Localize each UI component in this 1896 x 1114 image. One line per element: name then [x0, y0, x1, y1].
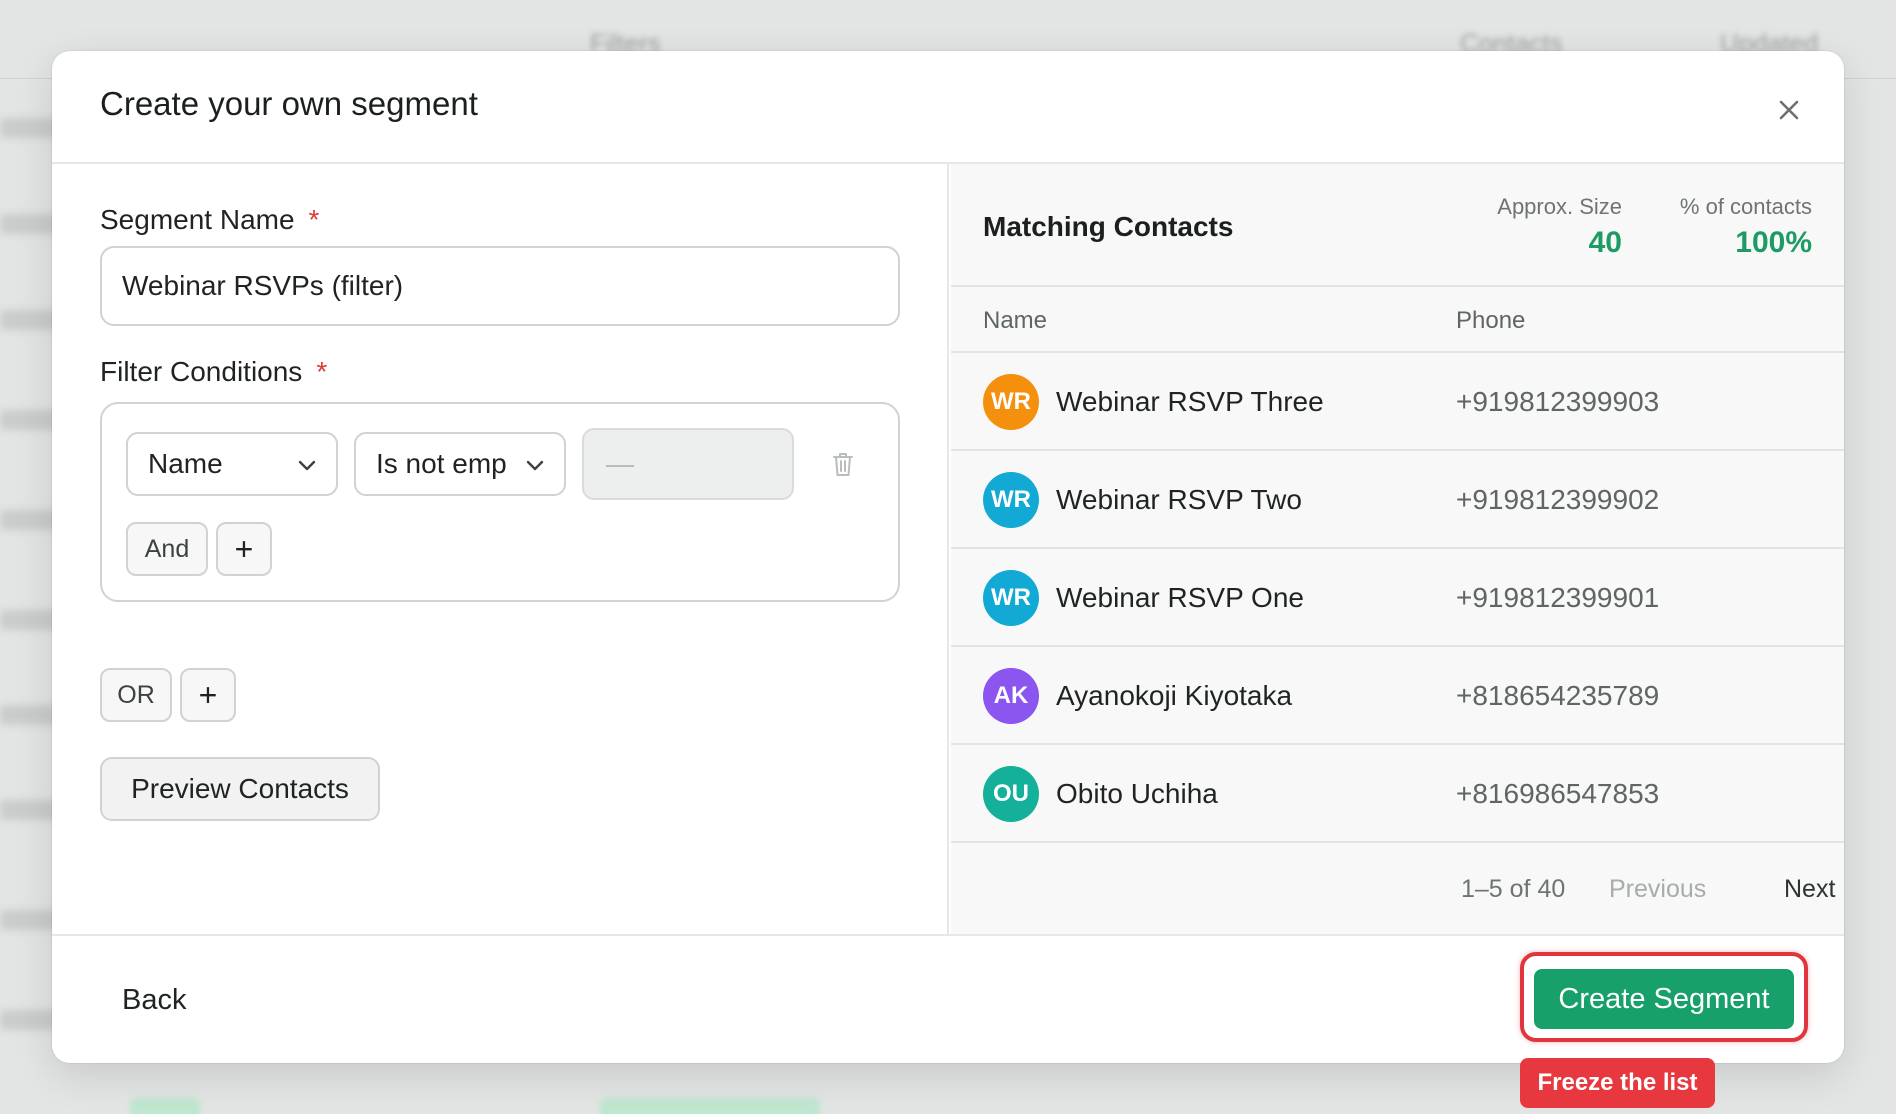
condition-value-input: —	[582, 428, 794, 500]
required-mark: *	[308, 204, 320, 235]
back-button[interactable]: Back	[122, 984, 186, 1017]
plus-icon: +	[198, 676, 218, 713]
add-or-group-button[interactable]: +	[180, 668, 236, 722]
chevron-down-icon	[526, 460, 544, 471]
segment-form-panel: Segment Name * Filter Conditions * Name Is…	[52, 164, 949, 934]
required-mark: *	[316, 356, 328, 387]
matching-contacts-header: Matching Contacts Approx. Size 40 % of c…	[951, 164, 1844, 287]
percent-contacts-label: % of contacts	[1679, 194, 1812, 219]
close-icon[interactable]	[1774, 95, 1804, 125]
filter-conditions-label-text: Filter Conditions	[100, 356, 303, 387]
avatar: WR	[983, 570, 1039, 626]
and-button[interactable]: And	[126, 522, 208, 576]
bg-row-text	[0, 310, 60, 330]
and-button-label: And	[144, 534, 190, 563]
segment-name-label-text: Segment Name	[100, 204, 295, 235]
bg-row-text	[0, 705, 60, 725]
bg-row-text	[0, 800, 60, 820]
filter-conditions-label: Filter Conditions *	[100, 356, 327, 388]
modal-title: Create your own segment	[100, 85, 478, 122]
contact-phone: +919812399901	[1456, 582, 1660, 613]
preview-contacts-label: Preview Contacts	[131, 773, 349, 804]
modal-footer: Back Create Segment	[52, 934, 1844, 1063]
avatar: AK	[983, 668, 1039, 724]
avatar: WR	[983, 472, 1039, 528]
matching-contacts-title: Matching Contacts	[983, 211, 1234, 242]
table-row: OU Obito Uchiha +816986547853	[951, 745, 1844, 843]
contact-name: Ayanokoji Kiyotaka	[1056, 680, 1293, 711]
previous-page-button[interactable]: Previous	[1609, 875, 1706, 904]
table-row: AK Ayanokoji Kiyotaka +818654235789	[951, 647, 1844, 745]
bg-status-pill	[130, 1098, 200, 1114]
contact-name: Webinar RSVP One	[1056, 582, 1304, 613]
percent-contacts-value: 100%	[1735, 226, 1812, 259]
chevron-down-icon	[298, 460, 316, 471]
trash-icon[interactable]	[830, 450, 856, 483]
contact-phone: +919812399903	[1456, 386, 1660, 417]
avatar: OU	[983, 766, 1039, 822]
table-row: WR Webinar RSVP Two +919812399902	[951, 451, 1844, 549]
add-and-condition-button[interactable]: +	[216, 522, 272, 576]
condition-value-placeholder: —	[606, 448, 634, 479]
or-button[interactable]: OR	[100, 668, 172, 722]
contact-name: Webinar RSVP Two	[1056, 484, 1302, 515]
matching-contacts-panel: Matching Contacts Approx. Size 40 % of c…	[951, 164, 1844, 934]
contact-name: Obito Uchiha	[1056, 778, 1218, 809]
plus-icon: +	[234, 530, 254, 567]
field-select-value: Name	[148, 448, 223, 479]
freeze-list-tooltip: Freeze the list	[1520, 1058, 1715, 1108]
pagination: 1–5 of 40 Previous Next	[951, 843, 1844, 933]
avatar: WR	[983, 374, 1039, 430]
table-row: WR Webinar RSVP One +919812399901	[951, 549, 1844, 647]
column-name: Name	[983, 307, 1048, 334]
bg-row-text	[0, 910, 60, 930]
contact-name: Webinar RSVP Three	[1056, 386, 1324, 417]
bg-row-text	[0, 510, 60, 530]
create-segment-modal: Create your own segment Segment Name * Fi…	[52, 51, 1844, 1063]
operator-select-value: Is not emp	[376, 448, 507, 479]
contact-phone: +816986547853	[1456, 778, 1660, 809]
bg-row-text	[0, 214, 60, 234]
table-row: WR Webinar RSVP Three +919812399903	[951, 353, 1844, 451]
bg-row-text	[0, 410, 60, 430]
contact-phone: +818654235789	[1456, 680, 1660, 711]
bg-row-text	[0, 118, 60, 138]
segment-name-input[interactable]	[100, 246, 900, 326]
contacts-table-header: Name Phone	[951, 287, 1844, 353]
or-button-label: OR	[117, 680, 155, 709]
condition-group: Name Is not emp — And +	[100, 402, 900, 602]
create-segment-label: Create Segment	[1558, 982, 1770, 1015]
bg-row-text	[0, 1010, 60, 1030]
contact-phone: +919812399902	[1456, 484, 1660, 515]
segment-name-label: Segment Name *	[100, 204, 319, 236]
approx-size-value: 40	[1588, 226, 1622, 259]
next-page-button[interactable]: Next	[1784, 875, 1835, 904]
freeze-list-tooltip-text: Freeze the list	[1537, 1069, 1698, 1096]
approx-size-label: Approx. Size	[1497, 194, 1622, 219]
pagination-range: 1–5 of 40	[1461, 875, 1566, 903]
preview-contacts-button[interactable]: Preview Contacts	[100, 757, 380, 821]
create-segment-button[interactable]: Create Segment	[1534, 969, 1794, 1029]
column-phone: Phone	[1456, 307, 1526, 334]
bg-status-pill	[600, 1098, 820, 1114]
operator-select[interactable]: Is not emp	[354, 432, 566, 496]
bg-row-text	[0, 610, 60, 630]
modal-header: Create your own segment	[52, 51, 1844, 164]
field-select[interactable]: Name	[126, 432, 338, 496]
